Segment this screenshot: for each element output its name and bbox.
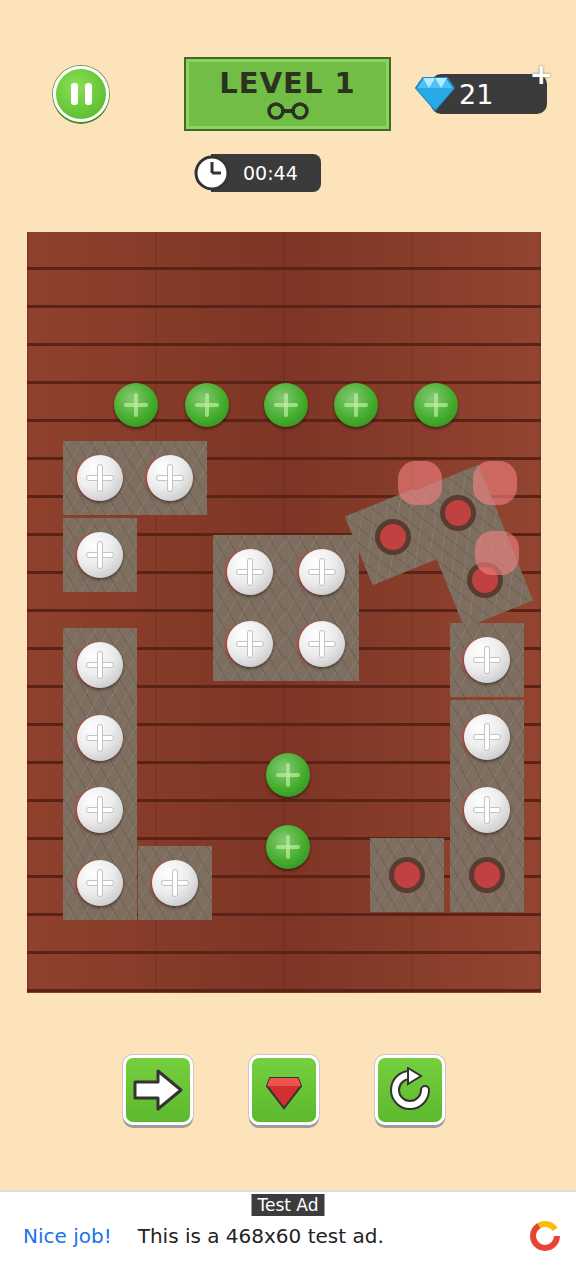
level-badge: LEVEL 1 <box>184 57 391 131</box>
white-screw[interactable] <box>227 549 273 595</box>
green-screw[interactable] <box>266 753 310 797</box>
ad-headline: Nice job! <box>23 1224 112 1248</box>
hint-marker <box>473 461 517 505</box>
empty-hole[interactable] <box>469 857 505 893</box>
white-screw[interactable] <box>227 621 273 667</box>
pause-bar-icon <box>71 83 78 105</box>
white-screw[interactable] <box>77 642 123 688</box>
white-screw[interactable] <box>464 787 510 833</box>
restart-button[interactable] <box>375 1055 445 1125</box>
gem-counter: 21+ <box>431 74 547 114</box>
pause-button[interactable] <box>53 66 109 122</box>
tool-bar <box>0 1055 576 1125</box>
diamond-icon <box>415 76 455 112</box>
ad-logo-icon <box>528 1219 562 1253</box>
green-screw[interactable] <box>114 383 158 427</box>
hole-marker <box>445 500 471 526</box>
white-screw[interactable] <box>464 714 510 760</box>
hint-marker <box>475 531 519 575</box>
empty-hole[interactable] <box>375 519 411 555</box>
green-screw[interactable] <box>264 383 308 427</box>
white-screw[interactable] <box>77 455 123 501</box>
green-screw[interactable] <box>185 383 229 427</box>
arrow-right-icon <box>132 1068 184 1112</box>
ad-text: This is a 468x60 test ad. <box>138 1224 528 1248</box>
ad-label: Test Ad <box>251 1194 324 1216</box>
green-screw[interactable] <box>266 825 310 869</box>
ad-banner[interactable]: Test Ad Nice job! This is a 468x60 test ad… <box>0 1190 576 1280</box>
game-board <box>27 232 541 993</box>
pause-bar-icon <box>85 83 92 105</box>
hole-marker <box>474 862 500 888</box>
header: LEVEL 121+ <box>0 0 576 131</box>
rotate-icon <box>387 1067 433 1113</box>
clock-icon <box>193 154 231 192</box>
white-screw[interactable] <box>77 860 123 906</box>
white-screw[interactable] <box>299 549 345 595</box>
hint-marker <box>398 461 442 505</box>
game-screen: LEVEL 121+00:44Test AdNice job!This is a… <box>0 0 576 1280</box>
chain-icon <box>265 102 311 120</box>
white-screw[interactable] <box>77 715 123 761</box>
hint-button[interactable] <box>249 1055 319 1125</box>
timer: 00:44 <box>193 152 321 194</box>
level-title: LEVEL 1 <box>219 68 355 100</box>
empty-hole[interactable] <box>389 857 425 893</box>
hole-marker <box>380 524 406 550</box>
green-screw[interactable] <box>334 383 378 427</box>
skip-button[interactable] <box>123 1055 193 1125</box>
red-gem-icon <box>264 1070 304 1110</box>
white-screw[interactable] <box>299 621 345 667</box>
hole-marker <box>394 862 420 888</box>
green-screw[interactable] <box>414 383 458 427</box>
white-screw[interactable] <box>152 860 198 906</box>
white-screw[interactable] <box>77 787 123 833</box>
white-screw[interactable] <box>464 637 510 683</box>
white-screw[interactable] <box>147 455 193 501</box>
empty-hole[interactable] <box>440 495 476 531</box>
white-screw[interactable] <box>77 532 123 578</box>
timer-row: 00:44 <box>0 152 576 194</box>
gem-count: 21 <box>459 79 493 110</box>
add-gems-button[interactable]: + <box>530 58 553 91</box>
